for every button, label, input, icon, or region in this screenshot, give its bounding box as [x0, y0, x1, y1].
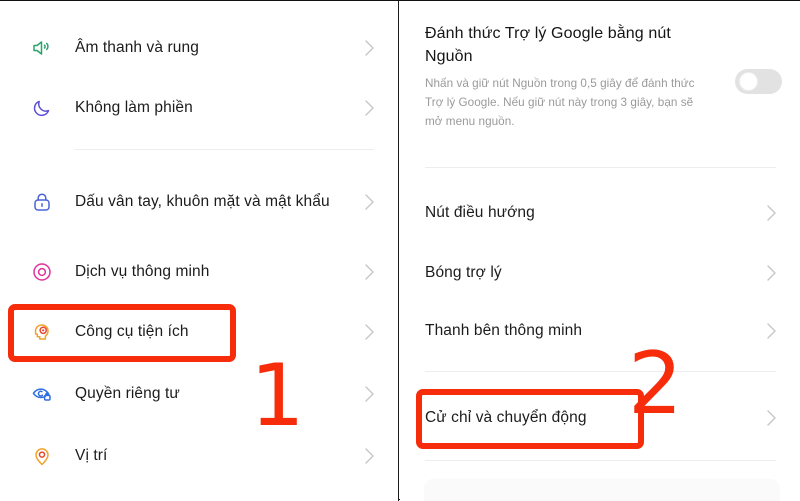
lock-fingerprint-icon [25, 185, 59, 219]
chevron-right-icon [358, 447, 380, 465]
chevron-right-icon [358, 263, 380, 281]
settings-panel-left: Âm thanh và rung Không làm phiền Dấu vân… [0, 1, 399, 501]
settings-row-navigation-buttons[interactable]: Nút điều hướng [400, 189, 800, 237]
privacy-eye-lock-icon [25, 377, 59, 411]
settings-row-label: Dấu vân tay, khuôn mặt và mật khẩu [75, 193, 330, 210]
section-divider [425, 167, 776, 168]
settings-row-label: Không làm phiền [75, 99, 193, 116]
chevron-right-icon [358, 385, 380, 403]
assistant-text-block: Đánh thức Trợ lý Google bằng nút Nguồn N… [425, 23, 730, 132]
settings-row-sound-and-vibration[interactable]: Âm thanh và rung [0, 23, 398, 73]
settings-row-label: Bóng trợ lý [425, 264, 502, 281]
moon-icon [25, 91, 59, 125]
assistant-setting-description: Nhấn và giữ nút Nguồn trong 0,5 giây để … [425, 77, 695, 129]
settings-row-gestures-and-motions[interactable]: Cử chỉ và chuyển động [400, 393, 800, 443]
settings-row-fingerprint-face-password[interactable]: Dấu vân tay, khuôn mặt và mật khẩu [0, 169, 398, 235]
settings-panel-right: Đánh thức Trợ lý Google bằng nút Nguồn N… [400, 1, 800, 501]
bottom-card [424, 479, 780, 501]
chevron-right-icon [760, 409, 782, 427]
location-pin-icon [25, 439, 59, 473]
chevron-right-icon [358, 99, 380, 117]
section-divider [75, 149, 374, 150]
settings-row-label: Âm thanh và rung [75, 39, 199, 56]
assistant-power-button-setting[interactable]: Đánh thức Trợ lý Google bằng nút Nguồn N… [425, 23, 782, 132]
settings-row-label: Dịch vụ thông minh [75, 263, 210, 280]
chevron-right-icon [358, 323, 380, 341]
settings-row-label: Cử chỉ và chuyển động [425, 409, 587, 426]
settings-row-smart-services[interactable]: Dịch vụ thông minh [0, 247, 398, 297]
settings-row-label: Nút điều hướng [425, 204, 535, 221]
settings-row-privacy[interactable]: Quyền riêng tư [0, 369, 398, 419]
speaker-sound-icon [25, 31, 59, 65]
settings-row-label: Thanh bên thông minh [425, 322, 583, 339]
settings-row-smart-sidebar[interactable]: Thanh bên thông minh [400, 307, 800, 355]
toggle-knob [739, 72, 758, 91]
step-number-2: 2 [628, 334, 683, 434]
screenshot-root: Âm thanh và rung Không làm phiền Dấu vân… [0, 0, 800, 501]
assistant-toggle-wrap [730, 23, 782, 94]
chevron-right-icon [760, 264, 782, 282]
head-utility-icon [25, 315, 59, 349]
section-divider [425, 371, 776, 372]
chevron-right-icon [358, 39, 380, 57]
chevron-right-icon [760, 204, 782, 222]
chevron-right-icon [358, 193, 380, 211]
settings-row-do-not-disturb[interactable]: Không làm phiền [0, 83, 398, 133]
step-number-1: 1 [250, 346, 305, 446]
settings-row-label: Quyền riêng tư [75, 385, 180, 402]
assistant-setting-title: Đánh thức Trợ lý Google bằng nút Nguồn [425, 25, 671, 65]
settings-row-utility-tools[interactable]: Công cụ tiện ích [0, 307, 398, 357]
settings-row-assistive-ball[interactable]: Bóng trợ lý [400, 249, 800, 297]
section-divider [425, 460, 776, 461]
assistant-power-toggle[interactable] [735, 69, 782, 94]
smart-service-icon [25, 255, 59, 289]
settings-row-label: Công cụ tiện ích [75, 323, 189, 340]
chevron-right-icon [760, 322, 782, 340]
settings-row-label: Vị trí [75, 447, 108, 464]
settings-row-location[interactable]: Vị trí [0, 431, 398, 481]
